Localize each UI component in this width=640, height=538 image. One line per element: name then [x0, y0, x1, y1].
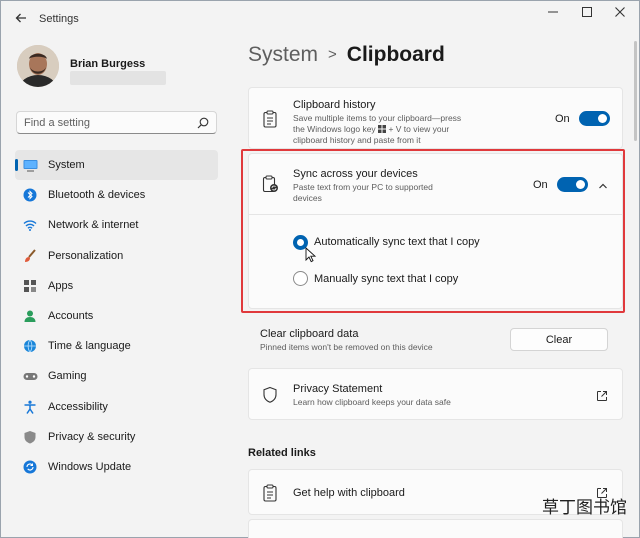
clipboard-history-toggle-state: On — [555, 113, 570, 125]
sidebar-item-label: Time & language — [48, 340, 131, 353]
sidebar-item-label: Network & internet — [48, 219, 139, 232]
system-icon — [23, 158, 38, 172]
breadcrumb-parent[interactable]: System — [248, 43, 318, 66]
watermark: 草丁图书馆 — [538, 491, 638, 518]
sync-devices-card: Sync across your devices Paste text from… — [248, 153, 623, 309]
sidebar-item-label: Accounts — [48, 309, 94, 322]
sidebar-item-label: Windows Update — [48, 460, 132, 473]
window-title: Settings — [39, 13, 79, 25]
sidebar-item-apps[interactable]: Apps — [15, 271, 218, 301]
close-button[interactable] — [605, 5, 635, 23]
search-box[interactable] — [16, 111, 217, 134]
back-arrow-icon[interactable] — [11, 11, 31, 29]
page-title: Clipboard — [346, 43, 445, 66]
privacy-statement-title: Privacy Statement — [293, 383, 383, 395]
clear-clipboard-desc: Pinned items won't be removed on this de… — [260, 342, 433, 352]
sidebar-item-network[interactable]: Network & internet — [15, 210, 218, 240]
related-links-heading: Related links — [248, 447, 316, 459]
sidebar-item-accounts[interactable]: Accounts — [15, 301, 218, 331]
avatar[interactable] — [17, 45, 59, 87]
clipboard-history-desc: Save multiple items to your clipboard—pr… — [293, 113, 462, 145]
chevron-up-icon[interactable] — [597, 179, 609, 191]
search-icon[interactable] — [196, 116, 210, 130]
divider — [249, 214, 622, 215]
external-link-icon[interactable] — [596, 389, 608, 401]
sync-devices-title: Sync across your devices — [293, 168, 418, 180]
help-clipboard-link[interactable]: Get help with clipboard — [293, 487, 405, 499]
radio-manual-sync[interactable] — [293, 271, 308, 286]
windows-logo-icon — [378, 124, 387, 136]
sidebar-item-bluetooth[interactable]: Bluetooth & devices — [15, 180, 218, 210]
privacy-statement-desc: Learn how clipboard keeps your data safe — [293, 397, 451, 407]
breadcrumb-separator: > — [328, 46, 337, 63]
wifi-icon — [23, 218, 37, 232]
gamepad-icon — [23, 369, 38, 383]
brush-icon — [23, 248, 37, 263]
update-icon — [23, 460, 37, 474]
sidebar-item-accessibility[interactable]: Accessibility — [15, 392, 218, 422]
scrollbar[interactable] — [634, 41, 637, 141]
clipboard-help-icon — [262, 484, 278, 502]
shield-outline-icon — [262, 386, 278, 404]
maximize-button[interactable] — [572, 5, 602, 23]
sidebar-item-system[interactable]: System — [15, 150, 218, 181]
clipboard-history-toggle[interactable] — [579, 111, 610, 126]
watermark-text: 草丁图书馆 — [542, 498, 627, 518]
radio-manual-sync-label[interactable]: Manually sync text that I copy — [314, 273, 458, 285]
sidebar-item-privacy[interactable]: Privacy & security — [15, 422, 218, 452]
sidebar-item-personalization[interactable]: Personalization — [15, 241, 218, 271]
sidebar-item-label: Privacy & security — [48, 430, 136, 443]
clear-clipboard-title: Clear clipboard data — [260, 328, 359, 340]
shield-icon — [23, 430, 37, 444]
user-email-redacted — [70, 71, 166, 85]
sidebar-item-gaming[interactable]: Gaming — [15, 361, 218, 391]
sidebar-item-label: System — [48, 159, 85, 171]
person-icon — [23, 309, 37, 323]
sidebar-item-time-language[interactable]: Time & language — [15, 331, 218, 361]
sidebar-item-label: Bluetooth & devices — [48, 189, 146, 202]
sync-devices-desc: Paste text from your PC to supported dev… — [293, 182, 433, 203]
bluetooth-icon — [23, 188, 37, 202]
settings-window: Settings Brian Burgess Find a setting Sy… — [0, 0, 640, 538]
sync-toggle[interactable] — [557, 177, 588, 192]
sidebar-item-windows-update[interactable]: Windows Update — [15, 452, 218, 482]
sync-toggle-state: On — [533, 179, 548, 191]
sidebar-item-label: Gaming — [48, 370, 87, 383]
clipboard-history-card: Clipboard history Save multiple items to… — [248, 87, 623, 149]
title-bar: Settings — [1, 1, 639, 39]
sidebar-item-label: Accessibility — [48, 400, 108, 413]
sidebar-item-label: Apps — [48, 279, 74, 292]
mouse-cursor-icon — [305, 246, 317, 263]
sidebar-item-label: Personalization — [48, 249, 124, 262]
next-related-card[interactable] — [248, 519, 623, 538]
breadcrumb: System > Clipboard — [248, 43, 445, 67]
apps-icon — [23, 279, 37, 293]
privacy-statement-card[interactable]: Privacy Statement Learn how clipboard ke… — [248, 368, 623, 420]
user-name: Brian Burgess — [70, 58, 146, 70]
search-input[interactable] — [24, 115, 194, 131]
minimize-button[interactable] — [538, 5, 568, 23]
globe-clock-icon — [23, 339, 37, 353]
sidebar-nav: System Bluetooth & devices Network & int… — [15, 150, 218, 482]
radio-auto-sync-label[interactable]: Automatically sync text that I copy — [314, 236, 480, 248]
clipboard-sync-icon — [262, 175, 278, 193]
clipboard-list-icon — [262, 110, 278, 128]
clipboard-history-title: Clipboard history — [293, 99, 376, 111]
clear-button[interactable]: Clear — [510, 328, 608, 351]
accessibility-icon — [23, 400, 37, 414]
